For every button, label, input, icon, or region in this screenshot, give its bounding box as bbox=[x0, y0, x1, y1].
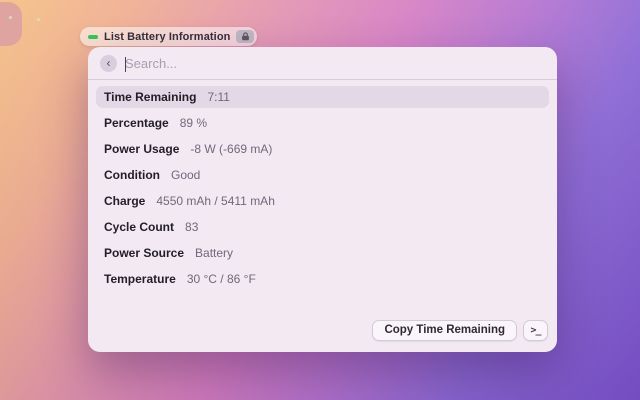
list-item-charge[interactable]: Charge 4550 mAh / 5411 mAh bbox=[96, 190, 549, 212]
command-pill-label: List Battery Information bbox=[104, 30, 231, 43]
row-label: Temperature bbox=[104, 272, 176, 286]
row-value: Good bbox=[170, 168, 201, 182]
lock-badge bbox=[236, 30, 255, 43]
row-label: Time Remaining bbox=[104, 90, 197, 104]
row-value: -8 W (-669 mA) bbox=[190, 142, 273, 156]
row-label: Power Source bbox=[104, 246, 185, 260]
row-value: Battery bbox=[195, 246, 234, 260]
background-blob bbox=[0, 2, 22, 46]
raycast-panel: ‹ Time Remaining 7:11 Percentage 89 % Po… bbox=[88, 47, 557, 352]
search-bar: ‹ bbox=[88, 47, 557, 80]
text-caret bbox=[125, 56, 126, 72]
sparkle-dot bbox=[9, 16, 12, 19]
list-item-power-usage[interactable]: Power Usage -8 W (-669 mA) bbox=[96, 138, 549, 160]
row-label: Condition bbox=[104, 168, 160, 182]
search-field-wrap bbox=[125, 55, 545, 72]
row-label: Cycle Count bbox=[104, 220, 175, 234]
list-item-cycle-count[interactable]: Cycle Count 83 bbox=[96, 216, 549, 238]
copy-time-remaining-button[interactable]: Copy Time Remaining bbox=[372, 319, 517, 341]
row-value: 4550 mAh / 5411 mAh bbox=[156, 194, 275, 208]
search-input[interactable] bbox=[125, 55, 545, 71]
row-label: Power Usage bbox=[104, 142, 180, 156]
back-button[interactable]: ‹ bbox=[100, 54, 117, 72]
chevron-left-icon: ‹ bbox=[106, 55, 111, 70]
list-item-power-source[interactable]: Power Source Battery bbox=[96, 242, 549, 264]
row-label: Charge bbox=[104, 194, 146, 208]
row-label: Percentage bbox=[104, 116, 169, 130]
row-value: 30 °C / 86 °F bbox=[186, 272, 256, 286]
row-value: 7:11 bbox=[207, 90, 230, 104]
list-item-percentage[interactable]: Percentage 89 % bbox=[96, 112, 549, 134]
command-pill[interactable]: List Battery Information bbox=[80, 27, 258, 46]
battery-info-list: Time Remaining 7:11 Percentage 89 % Powe… bbox=[88, 80, 557, 316]
row-value: 89 % bbox=[179, 116, 208, 130]
list-item-time-remaining[interactable]: Time Remaining 7:11 bbox=[96, 86, 549, 108]
terminal-prompt-icon: >_ bbox=[530, 324, 541, 336]
action-footer: Copy Time Remaining >_ bbox=[88, 316, 557, 352]
list-item-condition[interactable]: Condition Good bbox=[96, 164, 549, 186]
actions-menu-button[interactable]: >_ bbox=[523, 319, 548, 341]
lock-icon bbox=[242, 32, 249, 41]
sparkle-dot bbox=[37, 18, 40, 21]
battery-level-icon bbox=[88, 34, 98, 39]
list-item-temperature[interactable]: Temperature 30 °C / 86 °F bbox=[96, 268, 549, 290]
row-value: 83 bbox=[185, 220, 199, 234]
